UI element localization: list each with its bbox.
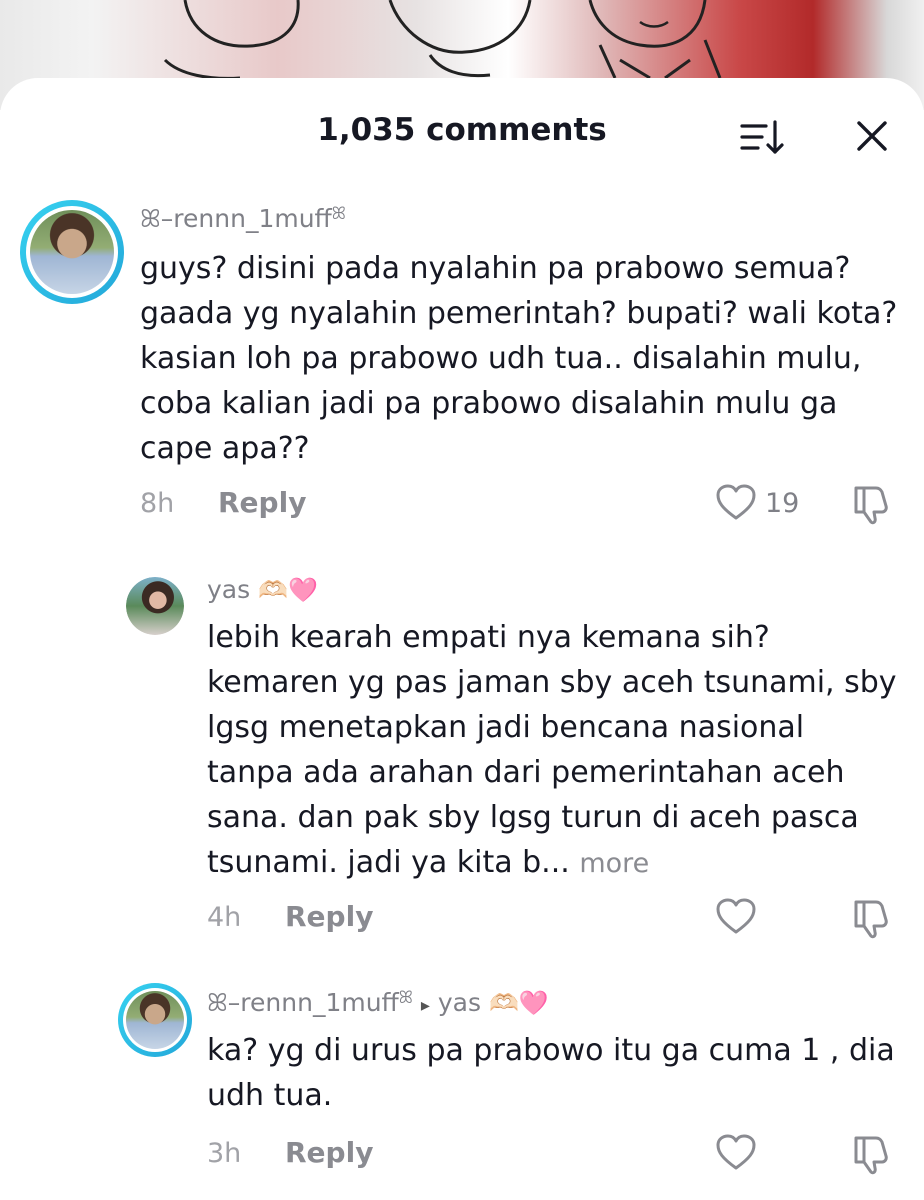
dislike-icon[interactable] (852, 1134, 892, 1180)
comment-line: cape apa?? (140, 431, 310, 466)
comment-line: ka? yg di urus pa prabowo itu ga cuma 1 … (207, 1033, 895, 1068)
comment-text: lebih kearah empati nya kemana sih? kema… (207, 615, 897, 886)
comment-line: guys? disini pada nyalahin pa prabowo se… (140, 251, 851, 286)
username-text[interactable]: ꕤ–rennn_1muff (207, 988, 399, 1017)
comment-line: sana. dan pak sby lgsg turun di aceh pas… (207, 800, 859, 835)
username-suffix: ꕤ (398, 988, 413, 1008)
like-icon[interactable] (716, 484, 756, 526)
comment-line-text: tsunami. jadi ya kita b... (207, 845, 570, 880)
comment-line: lgsg menetapkan jadi bencana nasional (207, 710, 805, 745)
reply-to-emoji: 🫶🏻🩷 (488, 989, 549, 1017)
close-icon[interactable] (852, 116, 892, 156)
reply-button[interactable]: Reply (285, 1136, 373, 1169)
more-link[interactable]: more (579, 848, 649, 879)
avatar[interactable] (118, 983, 192, 1057)
comment-time: 4h (207, 902, 242, 933)
comment-line: coba kalian jadi pa prabowo disalahin mu… (140, 386, 838, 421)
comment-username[interactable]: ꕤ–rennn_1muffꕤ (140, 204, 346, 234)
comment-time: 3h (207, 1138, 242, 1169)
dislike-icon[interactable] (852, 898, 892, 944)
comment-line: tanpa ada arahan dari pemerintahan aceh (207, 755, 845, 790)
sort-icon[interactable] (740, 118, 786, 158)
app-screen: 1,035 comments ꕤ–rennn_1muffꕤ guys? disi… (0, 0, 924, 1200)
like-icon[interactable] (716, 1134, 756, 1176)
comment-text: ka? yg di urus pa prabowo itu ga cuma 1 … (207, 1028, 895, 1118)
username-suffix: ꕤ (331, 204, 346, 224)
reply-button[interactable]: Reply (218, 486, 306, 519)
username-text[interactable]: ꕤ–rennn_1muff (140, 204, 332, 233)
dislike-icon[interactable] (852, 484, 892, 530)
comment-line: gaada yg nyalahin pemerintah? bupati? wa… (140, 296, 898, 331)
avatar[interactable] (126, 577, 184, 635)
comment-line: udh tua. (207, 1078, 333, 1113)
reply-arrow-icon: ▸ (420, 995, 430, 1016)
comment-line: kasian loh pa prabowo udh tua.. disalahi… (140, 341, 862, 376)
like-count: 19 (765, 488, 800, 519)
reply-button[interactable]: Reply (285, 900, 373, 933)
comment-username[interactable]: ꕤ–rennn_1muffꕤ ▸ yas 🫶🏻🩷 (207, 988, 549, 1018)
username-text[interactable]: yas (207, 575, 250, 604)
comment-line: lebih kearah empati nya kemana sih? (207, 620, 770, 655)
reply-to-username[interactable]: yas (438, 988, 481, 1017)
username-emoji: 🫶🏻🩷 (258, 576, 318, 604)
avatar[interactable] (20, 200, 124, 304)
comments-header: 1,035 comments (0, 78, 924, 182)
comment-line: kemaren yg pas jaman sby aceh tsunami, s… (207, 665, 897, 700)
like-icon[interactable] (716, 898, 756, 940)
comment-line: tsunami. jadi ya kita b... more (207, 840, 897, 886)
comment-time: 8h (140, 488, 175, 519)
comment-username[interactable]: yas 🫶🏻🩷 (207, 575, 318, 604)
comment-text: guys? disini pada nyalahin pa prabowo se… (140, 246, 897, 471)
